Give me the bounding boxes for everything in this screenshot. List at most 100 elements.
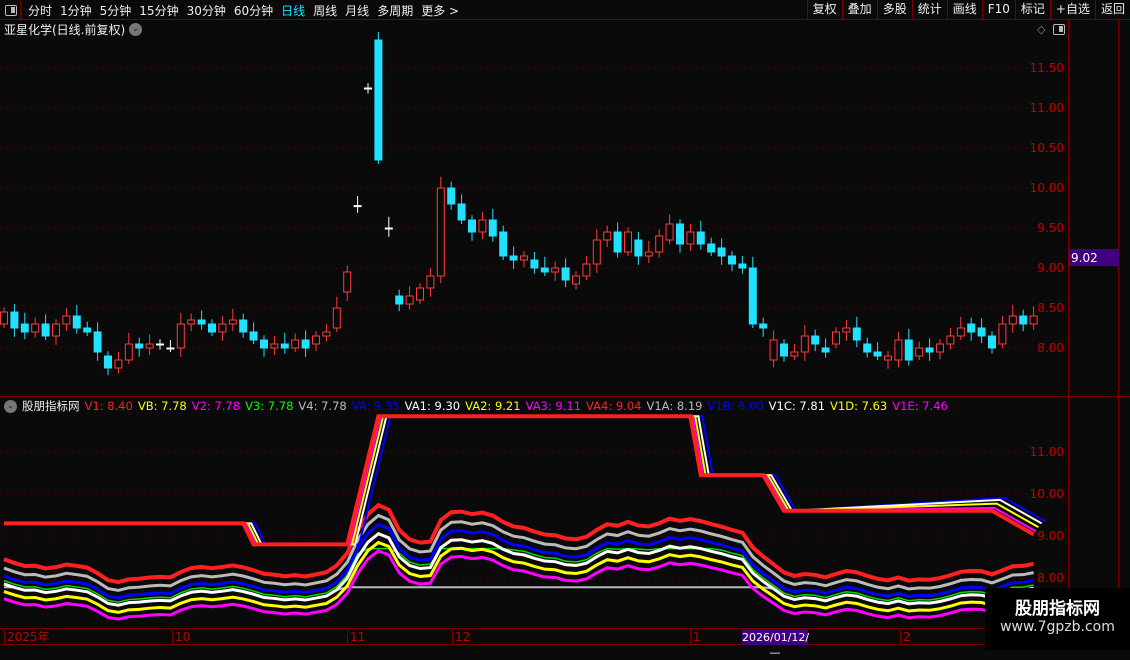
candle-down xyxy=(499,231,508,257)
x-axis-label: 11 xyxy=(347,630,365,645)
x-axis-label: 12 xyxy=(452,630,470,645)
right-strip-divider xyxy=(1118,20,1119,650)
axis-divider xyxy=(1068,20,1069,630)
toolbar-button[interactable]: 复权 xyxy=(806,0,842,20)
candle-down xyxy=(104,355,112,369)
x-axis-label: 1 xyxy=(690,630,701,645)
candle-down xyxy=(208,323,216,333)
candle-down xyxy=(239,319,248,333)
candle-up xyxy=(520,255,528,261)
period-tab[interactable]: 日线 xyxy=(281,2,305,19)
candle-down xyxy=(676,223,684,245)
candle-up xyxy=(312,335,320,345)
candle-down xyxy=(468,219,476,233)
legend-item: V1D: 7.63 xyxy=(830,399,888,413)
indicator-y-label: 10.00 xyxy=(1029,487,1064,501)
toolbar-button[interactable]: 多股 xyxy=(876,0,912,20)
toolbar-button[interactable]: 标记 xyxy=(1014,0,1050,20)
legend-item: VB: 7.78 xyxy=(137,399,187,413)
candle-up xyxy=(655,235,664,253)
candle-up xyxy=(884,355,892,361)
candle-down xyxy=(1019,315,1028,325)
candle-up xyxy=(582,263,591,277)
candle-up xyxy=(176,323,185,349)
toolbar-button[interactable]: 画线 xyxy=(946,0,982,20)
candle-down xyxy=(967,323,976,333)
chevron-down-icon[interactable]: ⌄ xyxy=(4,399,17,413)
panel-divider[interactable] xyxy=(0,396,1130,397)
indicator-name[interactable]: 股朋指标网 xyxy=(22,398,80,414)
candle-down xyxy=(374,39,383,161)
candle-down xyxy=(904,339,913,361)
candle-up xyxy=(124,343,133,361)
candle-down xyxy=(738,263,747,269)
period-tab[interactable]: 5分钟 xyxy=(100,2,132,19)
candle-down xyxy=(925,347,934,353)
panel-toggle-icon[interactable] xyxy=(1,1,21,19)
candle-up xyxy=(832,331,840,345)
period-tab[interactable]: 更多 > xyxy=(421,2,459,19)
candle-up xyxy=(145,343,154,349)
toolbar-button[interactable]: 返回 xyxy=(1094,0,1130,20)
indicator-y-label: 9.00 xyxy=(1037,529,1064,543)
period-tabs: 分时 1分钟 5分钟 15分钟 30分钟 60分钟 日线 周线 月线 多周期 更多 > xyxy=(28,2,459,19)
candle-down xyxy=(613,231,622,253)
price-label: 10.00 xyxy=(1029,181,1064,195)
candle-down xyxy=(530,259,539,269)
candle-up xyxy=(603,231,612,241)
candle-down xyxy=(728,255,736,265)
cursor-date: 2026/01/12/— xyxy=(742,630,810,659)
indicator-y-label: 11.00 xyxy=(1029,445,1064,459)
candle-up xyxy=(800,335,809,353)
legend-item: V1: 8.40 xyxy=(84,399,133,413)
candle-up xyxy=(769,339,778,361)
right-buttons: 复权 叠加 多股 统计 画线 F10 标记 +自选 返回 xyxy=(806,0,1130,20)
candle-up xyxy=(998,323,1007,345)
toolbar: 分时 1分钟 5分钟 15分钟 30分钟 60分钟 日线 周线 月线 多周期 更多 > 复权 叠加 多股… xyxy=(0,0,1130,20)
candle-up xyxy=(62,315,71,325)
candle-down xyxy=(759,323,768,329)
candle-up xyxy=(218,323,227,333)
x-axis-label: 2025年 xyxy=(4,630,50,645)
legend-item: V4: 7.78 xyxy=(298,399,347,413)
chart-canvas xyxy=(0,32,1068,621)
candle-down xyxy=(135,343,144,349)
candle-up xyxy=(426,275,435,289)
candle-down xyxy=(717,247,726,257)
toolbar-button[interactable]: +自选 xyxy=(1049,0,1095,20)
period-tab[interactable]: 1分钟 xyxy=(60,2,92,19)
period-tab[interactable]: 30分钟 xyxy=(187,2,226,19)
period-tab[interactable]: 周线 xyxy=(313,2,337,19)
candle-down xyxy=(72,315,81,329)
candle-down xyxy=(384,227,393,230)
candle-up xyxy=(52,323,60,337)
candle-up xyxy=(270,343,279,349)
price-label: 8.00 xyxy=(1037,341,1064,355)
period-tab[interactable]: 多周期 xyxy=(377,2,413,19)
candle-up xyxy=(894,339,903,361)
candle-up xyxy=(114,359,123,369)
price-label: 11.00 xyxy=(1029,101,1064,115)
candle-up xyxy=(187,319,196,325)
toolbar-button[interactable]: 统计 xyxy=(911,0,947,20)
candle-down xyxy=(260,339,268,349)
candle-down xyxy=(364,87,372,90)
indicator-legend: ⌄ 股朋指标网 V1: 8.40 VB: 7.78 V2: 7.78 V3: 7.78… xyxy=(4,398,948,414)
candle-up xyxy=(405,295,414,305)
candle-up xyxy=(436,187,445,277)
candle-up xyxy=(1008,315,1017,325)
period-tab[interactable]: 月线 xyxy=(345,2,369,19)
toolbar-button[interactable]: F10 xyxy=(981,0,1015,20)
legend-item: V1E: 7.46 xyxy=(892,399,948,413)
period-tab[interactable]: 60分钟 xyxy=(234,2,273,19)
candle-up xyxy=(686,231,695,245)
candle-up xyxy=(551,267,560,273)
candle-up xyxy=(592,239,601,265)
candle-down xyxy=(156,343,164,346)
candle-down xyxy=(811,335,820,345)
period-tab[interactable]: 15分钟 xyxy=(139,2,178,19)
toolbar-button[interactable]: 叠加 xyxy=(841,0,877,20)
candle-up xyxy=(0,311,8,325)
legend-item: V1B: 8.00 xyxy=(707,399,764,413)
period-tab[interactable]: 分时 xyxy=(28,2,52,19)
